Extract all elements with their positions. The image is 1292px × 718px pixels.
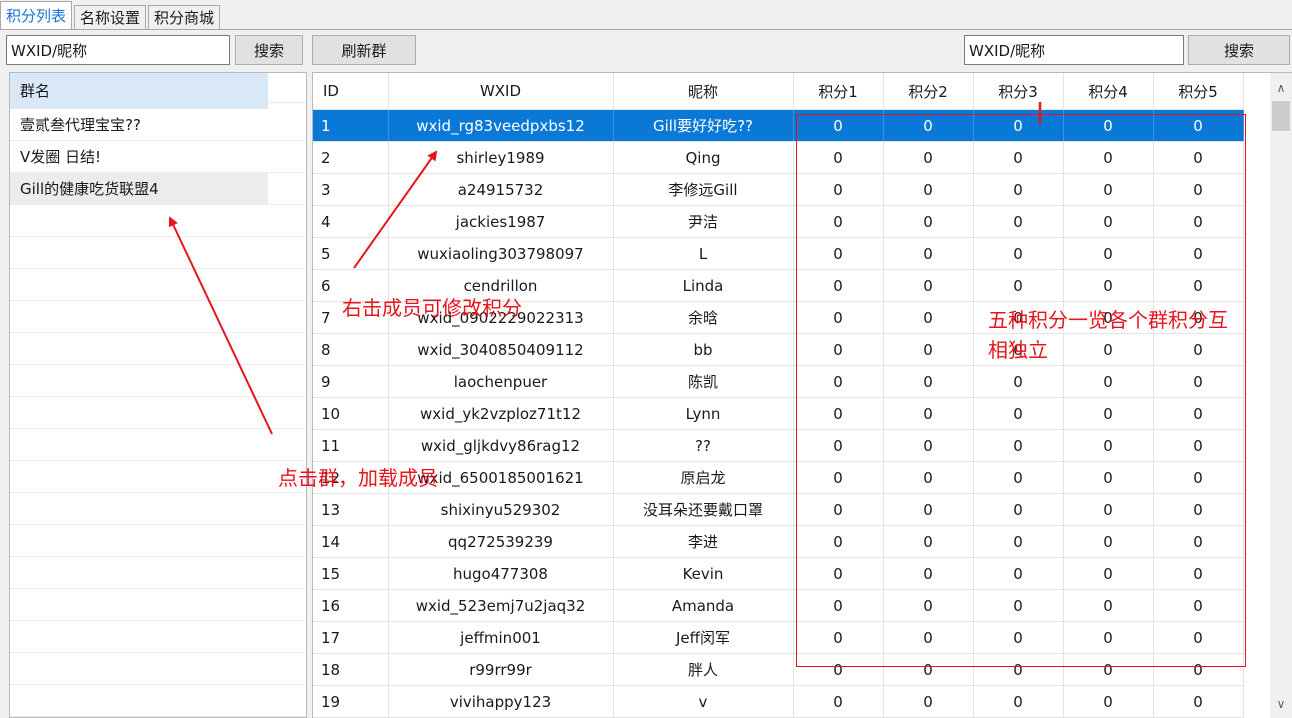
cell-id: 17 bbox=[313, 621, 389, 654]
cell-nickname: Qing bbox=[613, 141, 794, 174]
cell-id: 5 bbox=[313, 237, 389, 270]
member-search-button[interactable]: 搜索 bbox=[1188, 35, 1290, 65]
column-header-points-5[interactable]: 积分5 bbox=[1153, 73, 1244, 110]
tab-divider bbox=[0, 29, 1292, 30]
app-window: 积分列表 名称设置 积分商城 搜索 刷新群 搜索 群名 壹贰叁代理宝宝?? V发… bbox=[0, 0, 1292, 718]
scroll-down-icon[interactable]: ∨ bbox=[1270, 693, 1292, 715]
tab-points-list[interactable]: 积分列表 bbox=[0, 1, 73, 30]
cell-id: 19 bbox=[313, 685, 389, 718]
cell-wxid: hugo477308 bbox=[388, 557, 614, 590]
cell-nickname: L bbox=[613, 237, 794, 270]
scroll-thumb[interactable] bbox=[1272, 101, 1290, 131]
cell-nickname: Kevin bbox=[613, 557, 794, 590]
cell-wxid: jackies1987 bbox=[388, 205, 614, 238]
cell-id: 14 bbox=[313, 525, 389, 558]
cell-id: 8 bbox=[313, 333, 389, 366]
cell-wxid: wxid_523emj7u2jaq32 bbox=[388, 589, 614, 622]
column-header-id[interactable]: ID bbox=[313, 73, 389, 110]
column-header-wxid[interactable]: WXID bbox=[388, 73, 614, 110]
cell-points-2: 0 bbox=[883, 685, 974, 718]
tab-points-mall[interactable]: 积分商城 bbox=[148, 5, 221, 30]
cell-points-3: 0 bbox=[973, 685, 1064, 718]
cell-wxid: vivihappy123 bbox=[388, 685, 614, 718]
cell-nickname: Jeff闵军 bbox=[613, 621, 794, 654]
cell-wxid: a24915732 bbox=[388, 173, 614, 206]
cell-nickname: 尹洁 bbox=[613, 205, 794, 238]
cell-id: 16 bbox=[313, 589, 389, 622]
cell-nickname: v bbox=[613, 685, 794, 718]
cell-nickname: 没耳朵还要戴口罩 bbox=[613, 493, 794, 526]
group-item-2[interactable]: V发圈 日结! bbox=[10, 141, 268, 173]
cell-wxid: wxid_rg83veedpxbs12 bbox=[388, 109, 614, 142]
column-header-points-1[interactable]: 积分1 bbox=[793, 73, 884, 110]
tab-bar: 积分列表 名称设置 积分商城 bbox=[0, 0, 222, 30]
cell-id: 10 bbox=[313, 397, 389, 430]
member-row[interactable]: 19 vivihappy123 v 0 0 0 0 0 bbox=[313, 685, 1244, 718]
column-header-points-3[interactable]: 积分3 bbox=[973, 73, 1064, 110]
cell-wxid: laochenpuer bbox=[388, 365, 614, 398]
member-table-scrollbar[interactable]: ∧ ∨ bbox=[1270, 73, 1292, 718]
cell-wxid: wxid_3040850409112 bbox=[388, 333, 614, 366]
cell-nickname: bb bbox=[613, 333, 794, 366]
cell-nickname: Gill要好好吃?? bbox=[613, 109, 794, 142]
cell-id: 13 bbox=[313, 493, 389, 526]
cell-id: 9 bbox=[313, 365, 389, 398]
cell-id: 3 bbox=[313, 173, 389, 206]
cell-id: 2 bbox=[313, 141, 389, 174]
cell-points-5: 0 bbox=[1153, 685, 1244, 718]
cell-wxid: wuxiaoling303798097 bbox=[388, 237, 614, 270]
column-header-nickname[interactable]: 昵称 bbox=[613, 73, 794, 110]
annotation-click-group: 点击群，加载成员 bbox=[278, 466, 438, 490]
cell-wxid: shixinyu529302 bbox=[388, 493, 614, 526]
cell-nickname: ?? bbox=[613, 429, 794, 462]
cell-wxid: shirley1989 bbox=[388, 141, 614, 174]
scroll-up-icon[interactable]: ∧ bbox=[1270, 77, 1292, 99]
points-columns-highlight-box bbox=[796, 114, 1246, 667]
cell-nickname: 原启龙 bbox=[613, 461, 794, 494]
cell-wxid: qq272539239 bbox=[388, 525, 614, 558]
column-header-points-2[interactable]: 积分2 bbox=[883, 73, 974, 110]
cell-wxid: r99rr99r bbox=[388, 653, 614, 686]
cell-nickname: 李进 bbox=[613, 525, 794, 558]
cell-wxid: wxid_yk2vzploz71t12 bbox=[388, 397, 614, 430]
cell-points-4: 0 bbox=[1063, 685, 1154, 718]
group-item-3[interactable]: Gill的健康吃货联盟4 bbox=[10, 173, 268, 205]
cell-id: 4 bbox=[313, 205, 389, 238]
cell-nickname: Linda bbox=[613, 269, 794, 302]
group-search-input[interactable] bbox=[6, 35, 230, 65]
group-list-header: 群名 bbox=[10, 73, 268, 109]
cell-nickname: Lynn bbox=[613, 397, 794, 430]
cell-nickname: 陈凯 bbox=[613, 365, 794, 398]
group-item-1[interactable]: 壹贰叁代理宝宝?? bbox=[10, 109, 268, 141]
cell-nickname: 胖人 bbox=[613, 653, 794, 686]
cell-id: 15 bbox=[313, 557, 389, 590]
member-table-header: ID WXID 昵称 积分1 积分2 积分3 积分4 积分5 bbox=[313, 73, 1244, 110]
tab-name-settings[interactable]: 名称设置 bbox=[74, 5, 147, 30]
cell-id: 11 bbox=[313, 429, 389, 462]
group-search-button[interactable]: 搜索 bbox=[235, 35, 303, 65]
cell-points-1: 0 bbox=[793, 685, 884, 718]
cell-nickname: Amanda bbox=[613, 589, 794, 622]
group-list-panel: 群名 壹贰叁代理宝宝?? V发圈 日结! Gill的健康吃货联盟4 bbox=[9, 72, 307, 718]
annotation-five-points-line2: 相独立 bbox=[988, 338, 1048, 362]
cell-nickname: 李修远Gill bbox=[613, 173, 794, 206]
member-search-input[interactable] bbox=[964, 35, 1184, 65]
cell-id: 1 bbox=[313, 109, 389, 142]
refresh-groups-button[interactable]: 刷新群 bbox=[312, 35, 416, 65]
annotation-five-points-line1: 五种积分一览各个群积分互 bbox=[988, 308, 1228, 332]
cell-wxid: wxid_gljkdvy86rag12 bbox=[388, 429, 614, 462]
annotation-right-click: 右击成员可修改积分 bbox=[342, 296, 522, 320]
cell-id: 18 bbox=[313, 653, 389, 686]
column-header-points-4[interactable]: 积分4 bbox=[1063, 73, 1154, 110]
cell-wxid: jeffmin001 bbox=[388, 621, 614, 654]
cell-nickname: 余晗 bbox=[613, 301, 794, 334]
group-list: 群名 壹贰叁代理宝宝?? V发圈 日结! Gill的健康吃货联盟4 bbox=[10, 73, 306, 205]
